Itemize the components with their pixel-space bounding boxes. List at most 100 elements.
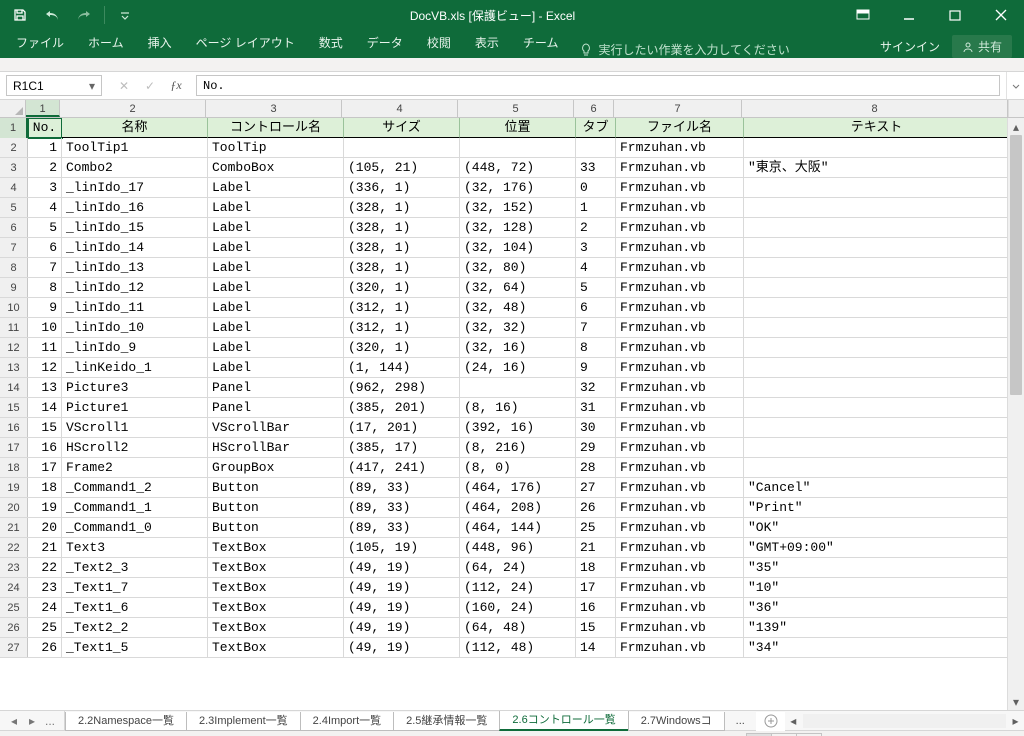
- cell[interactable]: (89, 33): [344, 518, 460, 537]
- cell[interactable]: (112, 24): [460, 578, 576, 597]
- cell[interactable]: Frmzuhan.vb: [616, 198, 744, 217]
- ribbon-tab-view[interactable]: 表示: [463, 28, 511, 58]
- cell[interactable]: Label: [208, 178, 344, 197]
- cell[interactable]: _linIdo_14: [62, 238, 208, 257]
- cell[interactable]: (417, 241): [344, 458, 460, 477]
- cell[interactable]: Frmzuhan.vb: [616, 478, 744, 497]
- cell[interactable]: (49, 19): [344, 598, 460, 617]
- vertical-scrollbar[interactable]: ▴ ▾: [1007, 118, 1024, 710]
- cell[interactable]: 28: [576, 458, 616, 477]
- column-header[interactable]: 7: [614, 100, 742, 117]
- cell[interactable]: (32, 48): [460, 298, 576, 317]
- cell[interactable]: (32, 16): [460, 338, 576, 357]
- cell[interactable]: (32, 176): [460, 178, 576, 197]
- cell[interactable]: [744, 178, 1010, 197]
- row-header[interactable]: 11: [0, 318, 28, 337]
- cell[interactable]: [460, 138, 576, 157]
- row-header[interactable]: 4: [0, 178, 28, 197]
- cell[interactable]: _Command1_2: [62, 478, 208, 497]
- cell[interactable]: (464, 144): [460, 518, 576, 537]
- cell[interactable]: (89, 33): [344, 498, 460, 517]
- scroll-up-button[interactable]: ▴: [1008, 118, 1024, 135]
- cell[interactable]: Text3: [62, 538, 208, 557]
- ribbon-tab-file[interactable]: ファイル: [4, 28, 76, 58]
- cell[interactable]: TextBox: [208, 638, 344, 657]
- cell[interactable]: Frmzuhan.vb: [616, 518, 744, 537]
- hscroll-track[interactable]: [803, 714, 1006, 728]
- cell[interactable]: (385, 201): [344, 398, 460, 417]
- cell[interactable]: Frmzuhan.vb: [616, 278, 744, 297]
- cell[interactable]: 13: [28, 378, 62, 397]
- page-layout-view-button[interactable]: [771, 733, 797, 736]
- cell[interactable]: Frmzuhan.vb: [616, 238, 744, 257]
- cell[interactable]: ToolTip1: [62, 138, 208, 157]
- ribbon-tab-review[interactable]: 校閲: [415, 28, 463, 58]
- name-box[interactable]: R1C1 ▾: [6, 75, 102, 96]
- cell[interactable]: [744, 318, 1010, 337]
- cell[interactable]: 17: [576, 578, 616, 597]
- row-header[interactable]: 10: [0, 298, 28, 317]
- cell[interactable]: 18: [28, 478, 62, 497]
- cell[interactable]: Label: [208, 198, 344, 217]
- row-header[interactable]: 14: [0, 378, 28, 397]
- cell[interactable]: _Text1_7: [62, 578, 208, 597]
- cell[interactable]: "10": [744, 578, 1010, 597]
- new-sheet-button[interactable]: [756, 712, 785, 731]
- row-header[interactable]: 8: [0, 258, 28, 277]
- cell[interactable]: 33: [576, 158, 616, 177]
- cell[interactable]: VScrollBar: [208, 418, 344, 437]
- cell[interactable]: [744, 358, 1010, 377]
- ribbon-tab-formulas[interactable]: 数式: [307, 28, 355, 58]
- cell[interactable]: Frmzuhan.vb: [616, 378, 744, 397]
- cell[interactable]: 17: [28, 458, 62, 477]
- formula-expand-button[interactable]: [1006, 72, 1024, 99]
- cell[interactable]: _linIdo_13: [62, 258, 208, 277]
- cell[interactable]: (160, 24): [460, 598, 576, 617]
- close-button[interactable]: [978, 0, 1024, 30]
- cell[interactable]: (962, 298): [344, 378, 460, 397]
- cell[interactable]: Button: [208, 518, 344, 537]
- cell[interactable]: 3: [576, 238, 616, 257]
- cell[interactable]: _linIdo_9: [62, 338, 208, 357]
- cell[interactable]: (32, 104): [460, 238, 576, 257]
- cell[interactable]: (328, 1): [344, 218, 460, 237]
- row-header[interactable]: 26: [0, 618, 28, 637]
- cell[interactable]: 22: [28, 558, 62, 577]
- cell[interactable]: _linIdo_15: [62, 218, 208, 237]
- ribbon-tab-pagelayout[interactable]: ページ レイアウト: [184, 28, 307, 58]
- cell[interactable]: Label: [208, 358, 344, 377]
- column-header[interactable]: 3: [206, 100, 342, 117]
- cell[interactable]: ファイル名: [616, 118, 744, 138]
- sheet-more-prefix[interactable]: ...: [42, 714, 58, 728]
- cell[interactable]: 4: [576, 258, 616, 277]
- cell[interactable]: [744, 458, 1010, 477]
- cell[interactable]: (89, 33): [344, 478, 460, 497]
- cell[interactable]: 14: [576, 638, 616, 657]
- row-header[interactable]: 16: [0, 418, 28, 437]
- cell[interactable]: タブ: [576, 118, 616, 138]
- cell[interactable]: 30: [576, 418, 616, 437]
- cell[interactable]: _linKeido_1: [62, 358, 208, 377]
- cell[interactable]: (112, 48): [460, 638, 576, 657]
- cell[interactable]: (32, 152): [460, 198, 576, 217]
- cell[interactable]: コントロール名: [208, 118, 344, 138]
- cell[interactable]: 10: [28, 318, 62, 337]
- cell[interactable]: Frmzuhan.vb: [616, 498, 744, 517]
- row-header[interactable]: 21: [0, 518, 28, 537]
- cell[interactable]: 9: [576, 358, 616, 377]
- cell[interactable]: (392, 16): [460, 418, 576, 437]
- cell[interactable]: Frmzuhan.vb: [616, 618, 744, 637]
- cell[interactable]: (105, 19): [344, 538, 460, 557]
- cell[interactable]: 21: [576, 538, 616, 557]
- redo-button[interactable]: [70, 3, 98, 27]
- cell[interactable]: [576, 138, 616, 157]
- cell[interactable]: (17, 201): [344, 418, 460, 437]
- cell[interactable]: Label: [208, 318, 344, 337]
- cell[interactable]: (312, 1): [344, 298, 460, 317]
- cell[interactable]: 20: [28, 518, 62, 537]
- cell[interactable]: "東京、大阪": [744, 158, 1010, 177]
- cell[interactable]: HScrollBar: [208, 438, 344, 457]
- cell[interactable]: 3: [28, 178, 62, 197]
- cell[interactable]: Button: [208, 498, 344, 517]
- cell[interactable]: Frmzuhan.vb: [616, 578, 744, 597]
